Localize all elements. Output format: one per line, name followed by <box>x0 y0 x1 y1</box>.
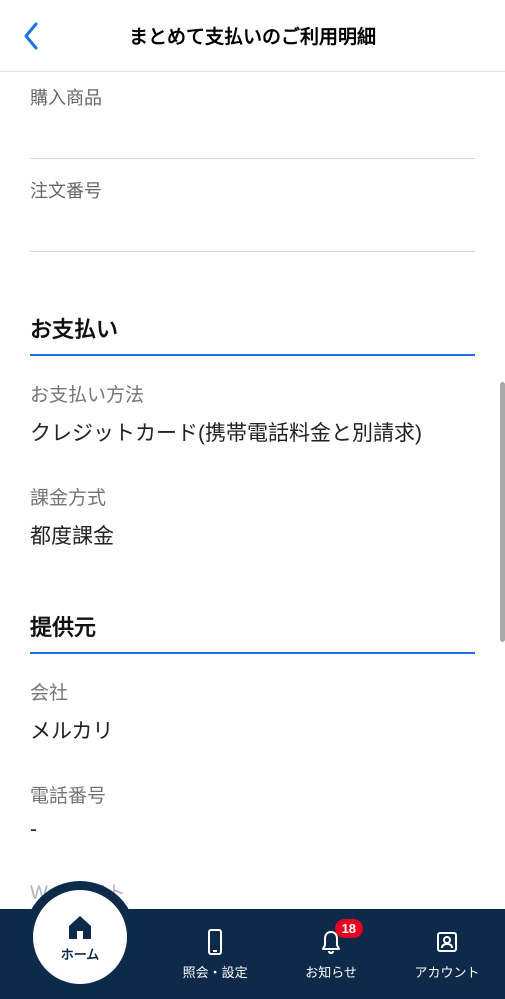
company-value: メルカリ <box>30 715 475 745</box>
phone-icon <box>202 928 228 958</box>
billing-type-value: 都度課金 <box>30 520 475 550</box>
nav-home-wrap: ホーム <box>24 881 136 993</box>
section-divider <box>30 354 475 356</box>
provider-section: 提供元 会社 メルカリ 電話番号 - Webサイト <box>30 610 475 905</box>
bottom-nav: 照会・設定 18 お知らせ アカウント ホーム <box>0 909 505 999</box>
divider <box>30 251 475 252</box>
home-icon <box>65 912 95 942</box>
payment-method-label: お支払い方法 <box>30 380 475 407</box>
chevron-left-icon <box>22 22 40 50</box>
nav-notice-label: お知らせ <box>305 962 357 981</box>
nav-inquiry[interactable]: 照会・設定 <box>157 909 273 999</box>
nav-account[interactable]: アカウント <box>389 909 505 999</box>
nav-home-label: ホーム <box>61 944 100 963</box>
payment-section: お支払い お支払い方法 クレジットカード(携帯電話料金と別請求) 課金方式 都度… <box>30 312 475 550</box>
divider <box>30 158 475 159</box>
header-bar: まとめて支払いのご利用明細 <box>0 0 505 72</box>
company-label: 会社 <box>30 678 475 705</box>
purchased-item-label: 購入商品 <box>30 84 475 110</box>
page-title: まとめて支払いのご利用明細 <box>0 22 505 49</box>
back-button[interactable] <box>16 21 46 51</box>
content-area: 購入商品 注文番号 お支払い お支払い方法 クレジットカード(携帯電話料金と別請… <box>0 72 505 909</box>
nav-home[interactable]: ホーム <box>33 890 127 984</box>
nav-account-label: アカウント <box>415 962 480 981</box>
phone-value: - <box>30 818 475 842</box>
section-title-payment: お支払い <box>30 312 475 344</box>
phone-label: 電話番号 <box>30 781 475 808</box>
billing-type-label: 課金方式 <box>30 483 475 510</box>
order-number-label: 注文番号 <box>30 177 475 203</box>
payment-method-value: クレジットカード(携帯電話料金と別請求) <box>30 417 475 447</box>
section-title-provider: 提供元 <box>30 610 475 642</box>
notice-badge: 18 <box>335 919 363 938</box>
nav-inquiry-label: 照会・設定 <box>183 962 248 981</box>
scrollbar[interactable] <box>500 382 505 642</box>
account-icon <box>434 928 460 958</box>
section-divider <box>30 652 475 654</box>
nav-notice[interactable]: 18 お知らせ <box>273 909 389 999</box>
